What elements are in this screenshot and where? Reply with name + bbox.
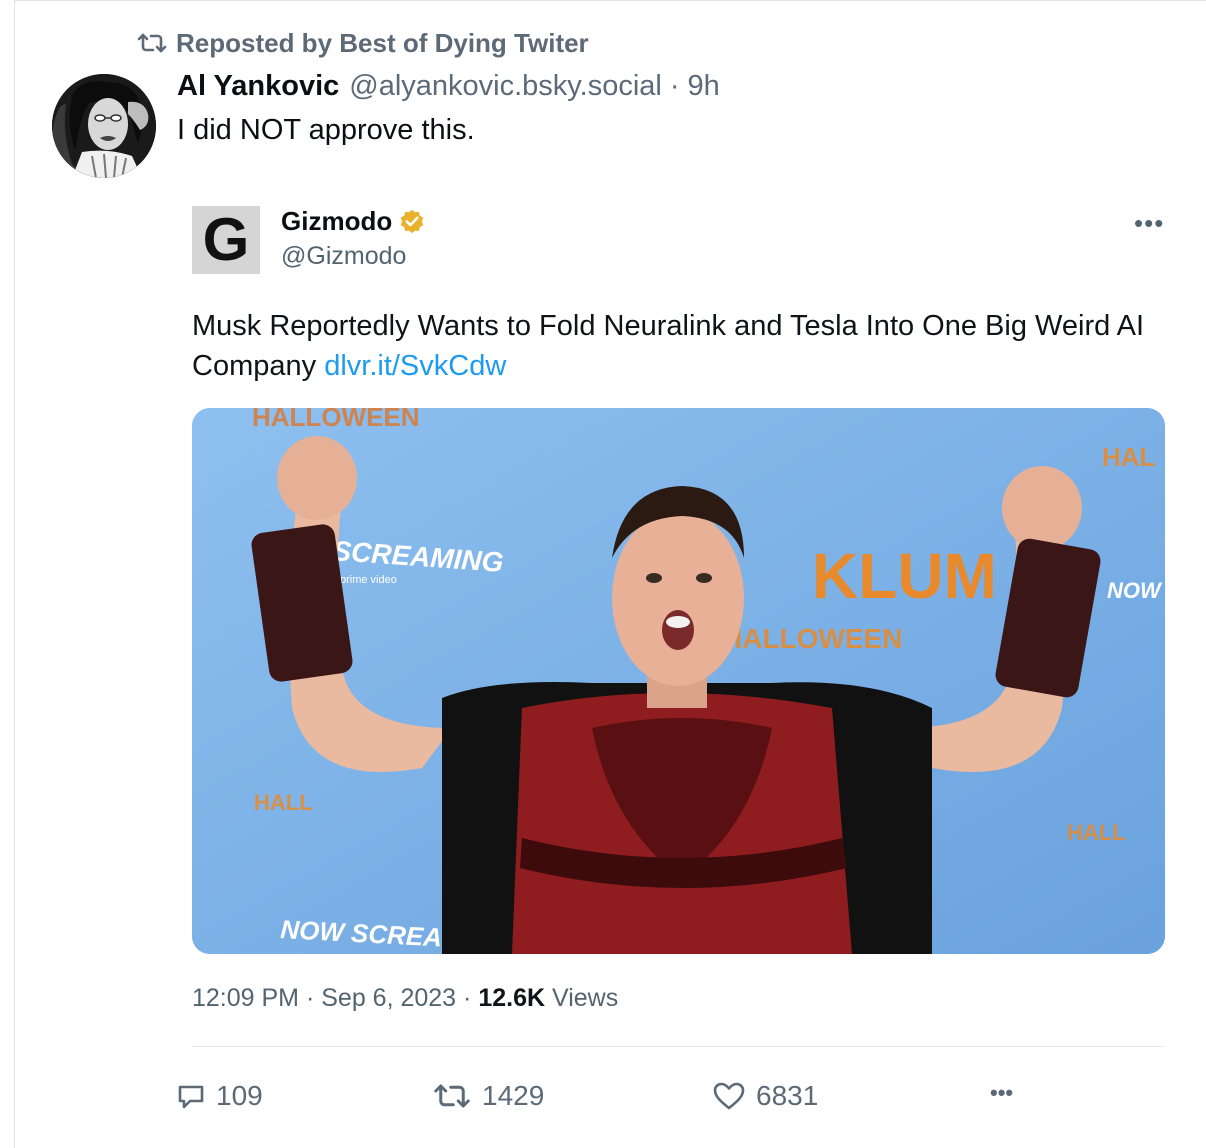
avatar-image — [52, 74, 156, 178]
post-actions: 109 1429 6831 ••• — [0, 1080, 1206, 1124]
avatar[interactable] — [52, 74, 156, 178]
separator-dot: · — [669, 70, 680, 102]
heart-icon — [713, 1082, 745, 1110]
photo-text-hall-left: HALL — [254, 790, 313, 815]
photo-text-halloween-top: HALLOWEEN — [252, 408, 420, 432]
embed-time: 12:09 PM — [192, 984, 300, 1012]
photo-text-halloween-mid: HALLOWEEN — [722, 623, 902, 654]
logo-letter: G — [202, 206, 250, 273]
embed-account-name: Gizmodo — [281, 206, 426, 237]
repost-label: Reposted by Best of Dying Twiter — [176, 27, 589, 58]
repost-icon — [137, 33, 167, 53]
embed-more-icon: ••• — [1134, 208, 1165, 238]
embed-link: dlvr.it/SvkCdw — [324, 350, 507, 382]
embed-views-count: 12.6K — [478, 984, 546, 1012]
reply-icon — [178, 1085, 204, 1109]
like-button[interactable]: 6831 — [712, 1080, 818, 1112]
embed-views-label: Views — [552, 984, 619, 1012]
embed-photo: HALLOWEEN SCREAMING prime video KLUM HAL… — [192, 408, 1165, 954]
embed-account-name-text: Gizmodo — [281, 206, 393, 236]
author-handle[interactable]: @alyankovic.bsky.social — [349, 70, 662, 103]
embed-date: Sep 6, 2023 — [321, 984, 457, 1012]
more-options-button[interactable]: ••• — [990, 1080, 1013, 1106]
repost-action-icon — [434, 1084, 470, 1108]
photo-scene: HALLOWEEN SCREAMING prime video KLUM HAL… — [192, 408, 1165, 954]
embed-meta: 12:09 PM · Sep 6, 2023 · 12.6K Views — [192, 984, 618, 1013]
post-time[interactable]: 9h — [688, 70, 720, 103]
gizmodo-logo: G — [192, 206, 260, 274]
verified-badge-icon — [401, 209, 424, 233]
photo-text-klum: KLUM — [812, 540, 997, 612]
reply-count: 109 — [216, 1080, 263, 1111]
embed-sep-2: · — [463, 984, 472, 1012]
repost-count: 1429 — [482, 1080, 545, 1111]
embed-account-handle: @Gizmodo — [281, 242, 407, 270]
photo-text-now: NOW — [1107, 578, 1163, 603]
embed-tweet-text: Musk Reportedly Wants to Fold Neuralink … — [192, 306, 1172, 386]
photo-text-hal: HAL — [1102, 442, 1156, 472]
reply-button[interactable]: 109 — [176, 1080, 263, 1112]
embed-sep-1: · — [305, 984, 315, 1012]
embed-divider — [192, 1046, 1165, 1047]
post-text: I did NOT approve this. — [177, 114, 475, 146]
like-count: 6831 — [756, 1080, 819, 1111]
repost-indicator[interactable]: Reposted by Best of Dying Twiter — [136, 26, 589, 60]
repost-button[interactable]: 1429 — [432, 1080, 544, 1112]
author-line: Al Yankovic @alyankovic.bsky.social · 9h — [177, 70, 720, 110]
author-name[interactable]: Al Yankovic — [177, 70, 339, 103]
more-options-icon: ••• — [990, 1080, 1014, 1105]
photo-text-hall-right: HALL — [1067, 820, 1126, 845]
photo-text-prime-video: prime video — [340, 574, 397, 586]
